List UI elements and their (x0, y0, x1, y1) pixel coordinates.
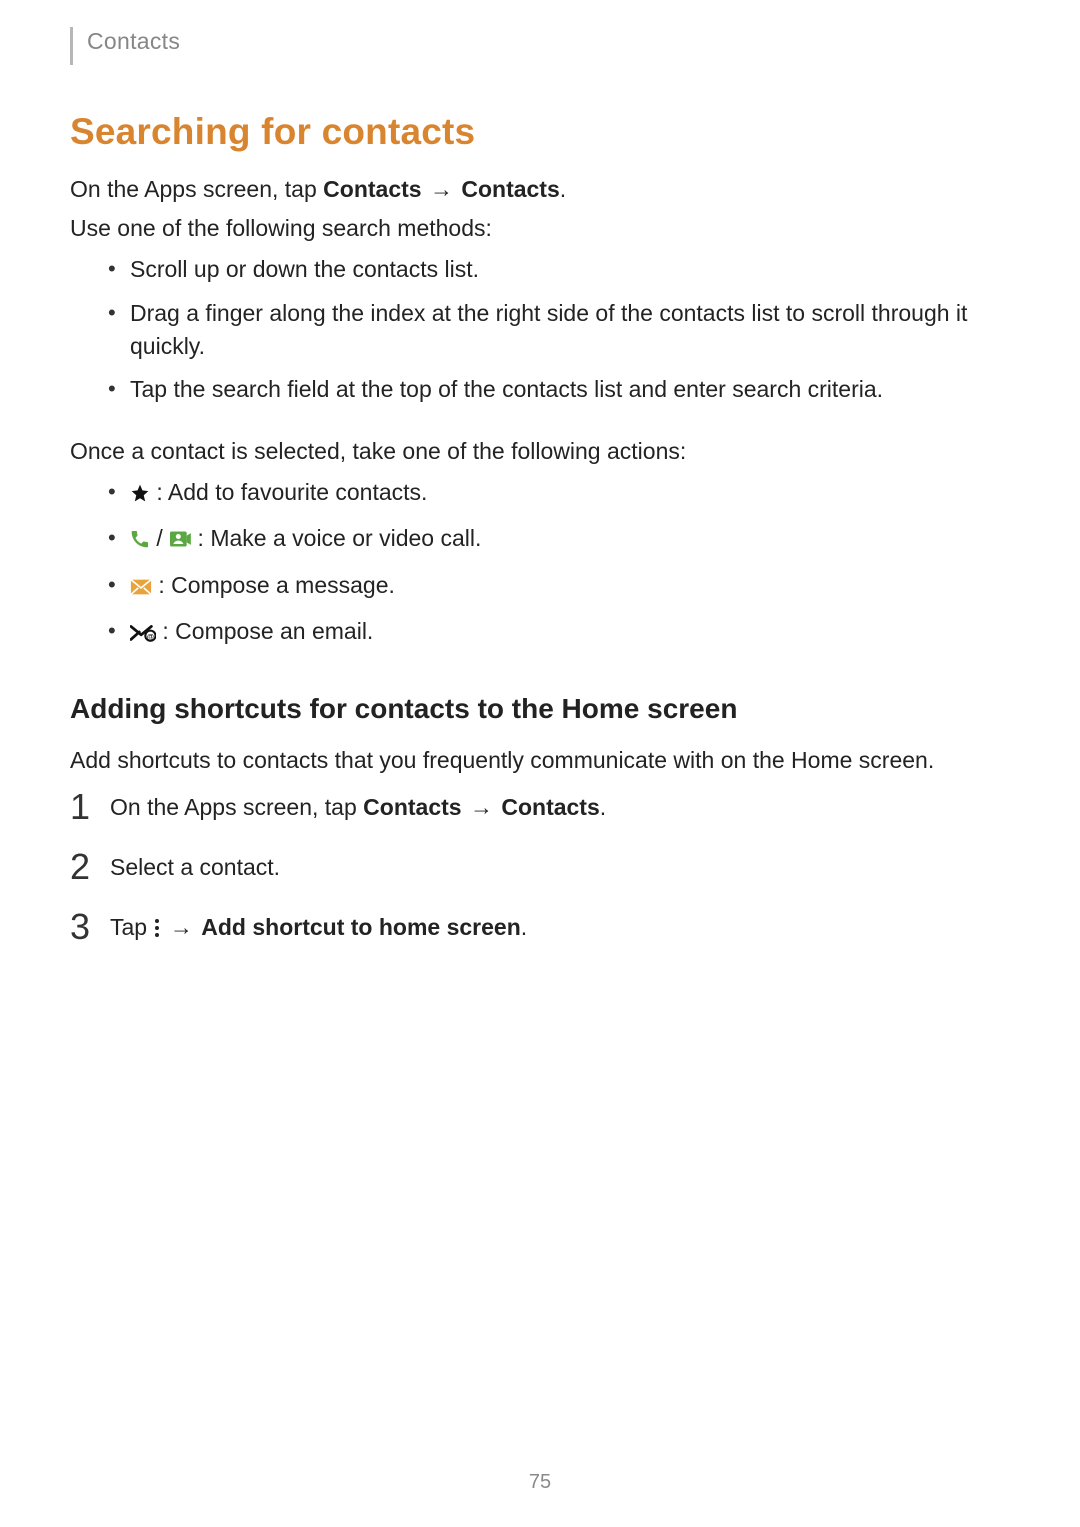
step-3-bold: Add shortcut to home screen (201, 914, 520, 940)
step-1-post: . (600, 794, 606, 820)
page-title: Searching for contacts (70, 105, 1010, 159)
list-item: Drag a finger along the index at the rig… (108, 297, 1010, 374)
page-number: 75 (70, 1468, 1010, 1497)
step-1-bold2: Contacts (501, 794, 599, 820)
message-icon (130, 572, 152, 605)
step-1-bold1: Contacts (363, 794, 461, 820)
step-1-pre: On the Apps screen, tap (110, 794, 363, 820)
arrow-icon: → (422, 176, 462, 202)
intro-line-1-pre: On the Apps screen, tap (70, 176, 323, 202)
svg-text:@: @ (147, 632, 154, 641)
step-3: Tap → Add shortcut to home screen. (70, 911, 1010, 971)
intro-line-1-bold2: Contacts (461, 176, 559, 202)
intro-line-1: On the Apps screen, tap Contacts → Conta… (70, 173, 1010, 206)
section-breadcrumb: Contacts (87, 25, 180, 58)
action-text: : Compose a message. (152, 572, 395, 598)
step-3-pre: Tap (110, 914, 153, 940)
step-1: On the Apps screen, tap Contacts → Conta… (70, 791, 1010, 851)
list-item: / : Make a voice or video call. (108, 522, 1010, 568)
action-text: : Add to favourite contacts. (150, 479, 427, 505)
star-icon (130, 479, 150, 512)
step-2: Select a contact. (70, 851, 1010, 911)
intro-line-2: Use one of the following search methods: (70, 212, 1010, 245)
list-item: Tap the search field at the top of the c… (108, 373, 1010, 416)
action-text: : Make a voice or video call. (191, 525, 481, 551)
subheading: Adding shortcuts for contacts to the Hom… (70, 689, 1010, 730)
intro-line-1-bold1: Contacts (323, 176, 421, 202)
phone-icon (130, 525, 150, 558)
page: Contacts Searching for contacts On the A… (0, 0, 1080, 1527)
actions-list: : Add to favourite contacts. / : Make a … (70, 476, 1010, 661)
header-rule (70, 27, 73, 65)
actions-intro: Once a contact is selected, take one of … (70, 435, 1010, 468)
video-call-icon (169, 525, 191, 558)
step-3-post: . (521, 914, 527, 940)
intro-line-1-post: . (560, 176, 566, 202)
page-header: Contacts (70, 25, 1010, 65)
search-methods-list: Scroll up or down the contacts list. Dra… (70, 253, 1010, 416)
steps-list: On the Apps screen, tap Contacts → Conta… (70, 791, 1010, 971)
action-text: : Compose an email. (156, 618, 373, 644)
list-item: : Add to favourite contacts. (108, 476, 1010, 522)
email-icon: @ (130, 618, 156, 651)
arrow-icon: → (161, 914, 201, 940)
list-item: : Compose a message. (108, 569, 1010, 615)
subheading-para: Add shortcuts to contacts that you frequ… (70, 744, 1010, 777)
list-item: Scroll up or down the contacts list. (108, 253, 1010, 296)
slash: / (156, 525, 169, 551)
list-item: @ : Compose an email. (108, 615, 1010, 661)
arrow-icon: → (462, 794, 502, 820)
